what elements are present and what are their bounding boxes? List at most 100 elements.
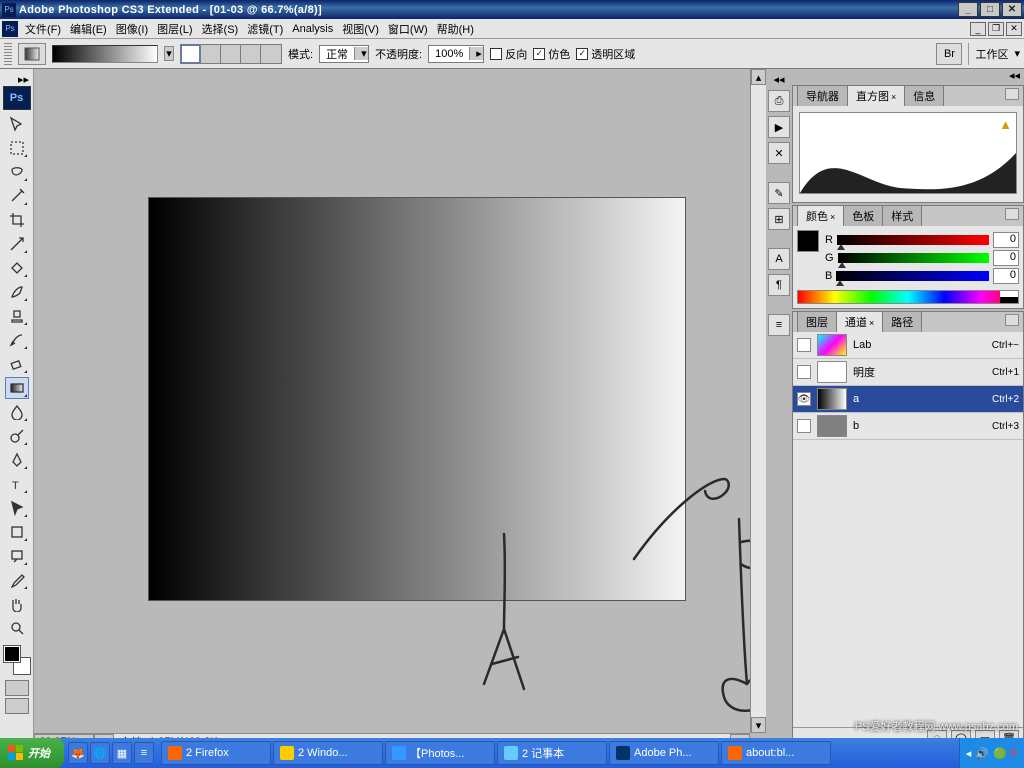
task-3[interactable]: 2 记事本: [497, 741, 607, 765]
document-canvas[interactable]: [148, 197, 686, 601]
r-value[interactable]: 0: [993, 232, 1019, 248]
tab-swatches[interactable]: 色板: [843, 205, 883, 226]
move-tool[interactable]: [5, 113, 29, 135]
menu-filter[interactable]: 滤镜(T): [243, 19, 288, 39]
channel-lab[interactable]: Lab Ctrl+~: [793, 332, 1023, 359]
shape-tool[interactable]: [5, 521, 29, 543]
notes-tool[interactable]: [5, 545, 29, 567]
close-button[interactable]: ✕: [1002, 2, 1022, 17]
heal-tool[interactable]: [5, 257, 29, 279]
task-2[interactable]: 【Photos...: [385, 741, 495, 765]
hand-tool[interactable]: [5, 593, 29, 615]
opacity-input[interactable]: 100%▸: [428, 45, 484, 63]
screen-mode-full[interactable]: [5, 698, 29, 714]
panels-collapse[interactable]: ◂◂: [1009, 70, 1020, 82]
color-panel-menu[interactable]: [1005, 208, 1019, 220]
foreground-swatch[interactable]: [4, 646, 20, 662]
tab-channels[interactable]: 通道×: [836, 311, 883, 332]
dock-icon-2[interactable]: ✕: [768, 142, 790, 164]
pen-tool[interactable]: [5, 449, 29, 471]
gradient-tool[interactable]: [5, 377, 29, 399]
lasso-tool[interactable]: [5, 161, 29, 183]
tab-histogram[interactable]: 直方图×: [847, 85, 905, 106]
b-value[interactable]: 0: [993, 268, 1019, 284]
g-slider[interactable]: [838, 253, 989, 263]
marquee-tool[interactable]: [5, 137, 29, 159]
path-select-tool[interactable]: [5, 497, 29, 519]
options-grip[interactable]: [4, 43, 12, 65]
canvas-vscroll[interactable]: ▴▾: [750, 69, 766, 733]
menu-help[interactable]: 帮助(H): [433, 19, 479, 39]
ql-icon-0[interactable]: 🦊: [68, 742, 88, 764]
channels-panel-menu[interactable]: [1005, 314, 1019, 326]
dodge-tool[interactable]: [5, 425, 29, 447]
dither-checkbox[interactable]: ✓仿色: [533, 46, 570, 62]
blur-tool[interactable]: [5, 401, 29, 423]
mdi-minimize[interactable]: _: [970, 22, 986, 36]
dock-icon-4[interactable]: ⊞: [768, 208, 790, 230]
minimize-button[interactable]: _: [958, 2, 978, 17]
color-ramp[interactable]: [797, 290, 1019, 304]
toolbox-collapse[interactable]: ▸▸: [18, 73, 33, 86]
dock-icon-5[interactable]: A: [768, 248, 790, 270]
r-slider[interactable]: [837, 235, 989, 245]
visibility-toggle[interactable]: [797, 365, 811, 379]
transparency-checkbox[interactable]: ✓透明区域: [576, 46, 635, 62]
menu-view[interactable]: 视图(V): [338, 19, 384, 39]
gradient-linear[interactable]: [181, 45, 201, 63]
menu-image[interactable]: 图像(I): [112, 19, 153, 39]
dock-icon-6[interactable]: ¶: [768, 274, 790, 296]
type-tool[interactable]: T: [5, 473, 29, 495]
start-button[interactable]: 开始: [0, 738, 64, 768]
mdi-close[interactable]: ✕: [1006, 22, 1022, 36]
task-0[interactable]: 2 Firefox: [161, 741, 271, 765]
menu-window[interactable]: 窗口(W): [384, 19, 433, 39]
menu-select[interactable]: 选择(S): [198, 19, 244, 39]
task-4[interactable]: Adobe Ph...: [609, 741, 719, 765]
blend-mode-select[interactable]: 正常▾: [319, 45, 369, 63]
crop-tool[interactable]: [5, 209, 29, 231]
menu-file[interactable]: 文件(F): [21, 19, 66, 39]
ql-icon-2[interactable]: ▦: [112, 742, 132, 764]
dock-icon-0[interactable]: ⎙: [768, 90, 790, 112]
slice-tool[interactable]: [5, 233, 29, 255]
visibility-toggle[interactable]: [797, 338, 811, 352]
task-5[interactable]: about:bl...: [721, 741, 831, 765]
tab-navigator[interactable]: 导航器: [797, 85, 848, 106]
menu-edit[interactable]: 编辑(E): [66, 19, 112, 39]
tab-layers[interactable]: 图层: [797, 311, 837, 332]
histogram-panel-menu[interactable]: [1005, 88, 1019, 100]
mdi-restore[interactable]: ❐: [988, 22, 1004, 36]
dock-expand[interactable]: ◂◂: [773, 73, 784, 86]
history-brush-tool[interactable]: [5, 329, 29, 351]
brush-tool[interactable]: [5, 281, 29, 303]
gradient-reflected[interactable]: [241, 45, 261, 63]
maximize-button[interactable]: □: [980, 2, 1000, 17]
workspace-label[interactable]: 工作区: [975, 46, 1008, 62]
menu-analysis[interactable]: Analysis: [288, 21, 338, 37]
color-swatch[interactable]: [797, 230, 819, 252]
tool-preset-button[interactable]: [18, 43, 46, 65]
task-1[interactable]: 2 Windo...: [273, 741, 383, 765]
stamp-tool[interactable]: [5, 305, 29, 327]
dock-icon-3[interactable]: ✎: [768, 182, 790, 204]
menu-layer[interactable]: 图层(L): [153, 19, 197, 39]
ql-icon-3[interactable]: ≡: [134, 742, 154, 764]
ql-icon-1[interactable]: 🌐: [90, 742, 110, 764]
channel-b[interactable]: b Ctrl+3: [793, 413, 1023, 440]
eraser-tool[interactable]: [5, 353, 29, 375]
visibility-toggle[interactable]: [797, 419, 811, 433]
eyedropper-tool[interactable]: [5, 569, 29, 591]
gradient-radial[interactable]: [201, 45, 221, 63]
g-value[interactable]: 0: [993, 250, 1019, 266]
tab-color[interactable]: 颜色×: [797, 205, 844, 226]
color-swatches[interactable]: [4, 646, 30, 674]
zoom-tool[interactable]: [5, 617, 29, 639]
channel-a[interactable]: 👁 a Ctrl+2: [793, 386, 1023, 413]
channel-lightness[interactable]: 明度 Ctrl+1: [793, 359, 1023, 386]
reverse-checkbox[interactable]: 反向: [490, 46, 527, 62]
mdi-icon[interactable]: Ps: [2, 21, 18, 37]
gradient-diamond[interactable]: [261, 45, 281, 63]
tab-styles[interactable]: 样式: [882, 205, 922, 226]
dock-icon-1[interactable]: ▶: [768, 116, 790, 138]
